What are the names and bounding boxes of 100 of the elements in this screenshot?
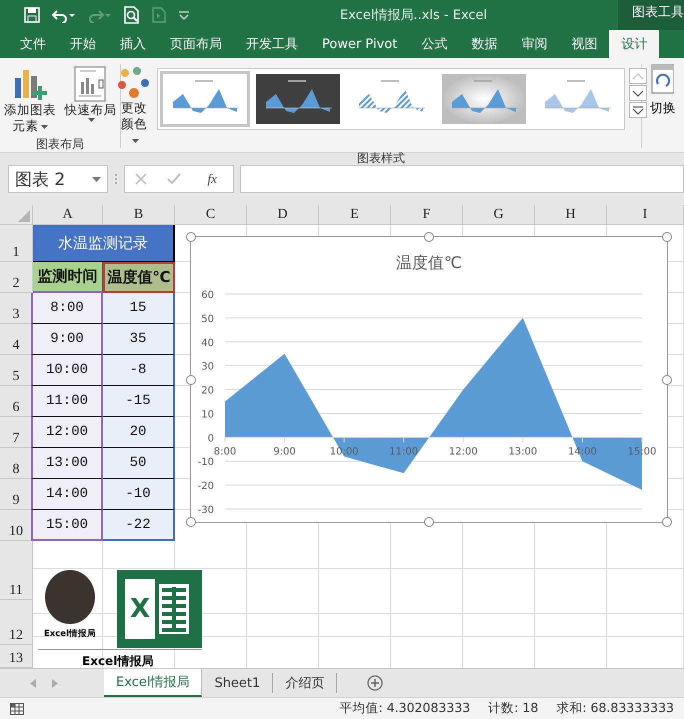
ribbon-tab[interactable]: 公式 (409, 30, 460, 58)
ribbon-tab[interactable]: 数据 (459, 30, 510, 58)
row-header[interactable]: 1 (0, 225, 33, 262)
scroll-down-button[interactable] (629, 85, 647, 101)
ribbon-tab[interactable]: 审阅 (509, 30, 560, 58)
column-header[interactable]: D (247, 205, 319, 225)
row-header[interactable]: 9 (0, 479, 33, 510)
row-header[interactable]: 10 (0, 510, 33, 541)
row-header[interactable]: 4 (0, 324, 33, 355)
resize-handle[interactable] (424, 517, 434, 527)
column-header[interactable]: G (463, 205, 535, 225)
table-cell: -10 (103, 479, 175, 510)
x-axis-label: 8:00 (214, 446, 236, 458)
column-header[interactable]: B (103, 205, 175, 225)
column-header[interactable]: C (175, 205, 247, 225)
table-cell: 9:00 (31, 324, 103, 355)
ribbon-tab[interactable]: 页面布局 (158, 30, 234, 58)
context-tab-label: 图表工具 (618, 0, 684, 30)
x-axis-label: 13:00 (508, 446, 538, 458)
group-label: 图表布局 (36, 136, 84, 152)
table-cell: 10:00 (31, 355, 103, 386)
table-cell: 35 (103, 324, 175, 355)
table-cell: -22 (103, 510, 175, 541)
add-chart-element-button[interactable]: 添加图表元素 (2, 64, 58, 136)
y-axis-label: 60 (201, 290, 214, 301)
name-box-value: 图表 2 (15, 168, 66, 190)
x-axis-label: 11:00 (389, 446, 418, 458)
scroll-left-icon[interactable] (30, 678, 36, 688)
more-styles-button[interactable] (629, 102, 647, 118)
logo-caption: Excel情报局 (82, 653, 154, 668)
row-header[interactable]: 8 (0, 448, 33, 479)
y-axis-label: -20 (198, 481, 214, 492)
sheet-tab[interactable]: 介绍页 (273, 673, 338, 693)
column-header[interactable]: I (607, 205, 684, 225)
sheet-tab[interactable]: Excel情报局 (104, 669, 202, 697)
x-axis-label: 12:00 (448, 446, 478, 458)
cancel-icon[interactable] (135, 173, 148, 185)
table-cell: 15 (103, 293, 175, 324)
column-header[interactable]: A (33, 205, 103, 225)
column-header[interactable]: F (391, 205, 463, 225)
resize-handle[interactable] (186, 374, 196, 384)
ribbon-tab[interactable]: 开发工具 (234, 30, 310, 58)
ribbon-tab[interactable]: 文件 (8, 30, 58, 58)
caret-icon (132, 138, 138, 143)
status-text: 求和: 68.83333333 (556, 700, 674, 717)
table-cell: 11:00 (31, 386, 103, 417)
resize-handle[interactable] (662, 517, 672, 527)
row-header[interactable]: 3 (0, 293, 33, 324)
row-header[interactable]: 2 (0, 262, 33, 293)
customize-caret-icon[interactable] (178, 10, 190, 20)
sheet-tab[interactable]: Sheet1 (202, 673, 274, 693)
ribbon-tab[interactable]: 开始 (58, 30, 108, 58)
column-header[interactable]: E (319, 205, 391, 225)
grip-icon (114, 173, 118, 185)
y-axis-label: 50 (201, 314, 214, 325)
row-header[interactable]: 12 (0, 600, 33, 645)
table-cell: 14:00 (31, 479, 103, 510)
table-cell: 20 (103, 417, 175, 448)
row-header[interactable]: 11 (0, 541, 33, 600)
table-cell: 12:00 (31, 417, 103, 448)
table-cell: -8 (103, 355, 175, 386)
row-header[interactable]: 6 (0, 386, 33, 417)
avatar-caption: Excel情报局 (44, 628, 96, 640)
save-icon[interactable] (24, 7, 40, 23)
y-axis-label: 10 (201, 409, 214, 420)
y-axis-label: -30 (198, 505, 214, 516)
scroll-right-icon[interactable] (52, 678, 58, 688)
cell-mode-icon (10, 702, 24, 714)
dropdown-caret-icon[interactable] (92, 176, 101, 182)
group-label: 图表样式 (357, 150, 405, 166)
chart-style-option[interactable] (253, 71, 343, 127)
resize-handle[interactable] (186, 517, 196, 527)
formula-input[interactable] (240, 165, 684, 193)
chart-title: 温度值℃ (396, 253, 462, 272)
print-preview-icon[interactable] (124, 6, 140, 24)
status-text: 计数: 18 (488, 700, 538, 717)
resize-handle[interactable] (662, 374, 672, 384)
table-cell: 13:00 (31, 448, 103, 479)
name-box[interactable]: 图表 2 (8, 165, 108, 193)
resize-handle[interactable] (186, 232, 196, 242)
expand-icon (632, 106, 644, 114)
column-header[interactable]: H (535, 205, 607, 225)
check-icon[interactable] (167, 173, 182, 185)
row-header[interactable]: 13 (0, 645, 33, 668)
table-title: 水温监测记录 (33, 225, 175, 262)
switch-row-column-button[interactable]: 切换 (650, 64, 676, 152)
ribbon-tab[interactable]: 视图 (559, 30, 610, 58)
resize-handle[interactable] (424, 232, 434, 242)
resize-handle[interactable] (662, 232, 672, 242)
row-header[interactable]: 7 (0, 417, 33, 448)
document-icon[interactable] (152, 7, 166, 23)
chevron-up-icon (632, 72, 644, 80)
row-header[interactable]: 5 (0, 355, 33, 386)
add-sheet-icon[interactable] (367, 675, 384, 691)
insert-function-button[interactable]: fx (202, 170, 223, 188)
ribbon-tab[interactable]: 设计 (609, 30, 660, 58)
ribbon-tab[interactable]: Power Pivot (310, 30, 410, 58)
column-heading: 温度值℃ (103, 262, 175, 293)
chart-layout-icon (74, 66, 106, 102)
ribbon-tab[interactable]: 插入 (108, 30, 158, 58)
